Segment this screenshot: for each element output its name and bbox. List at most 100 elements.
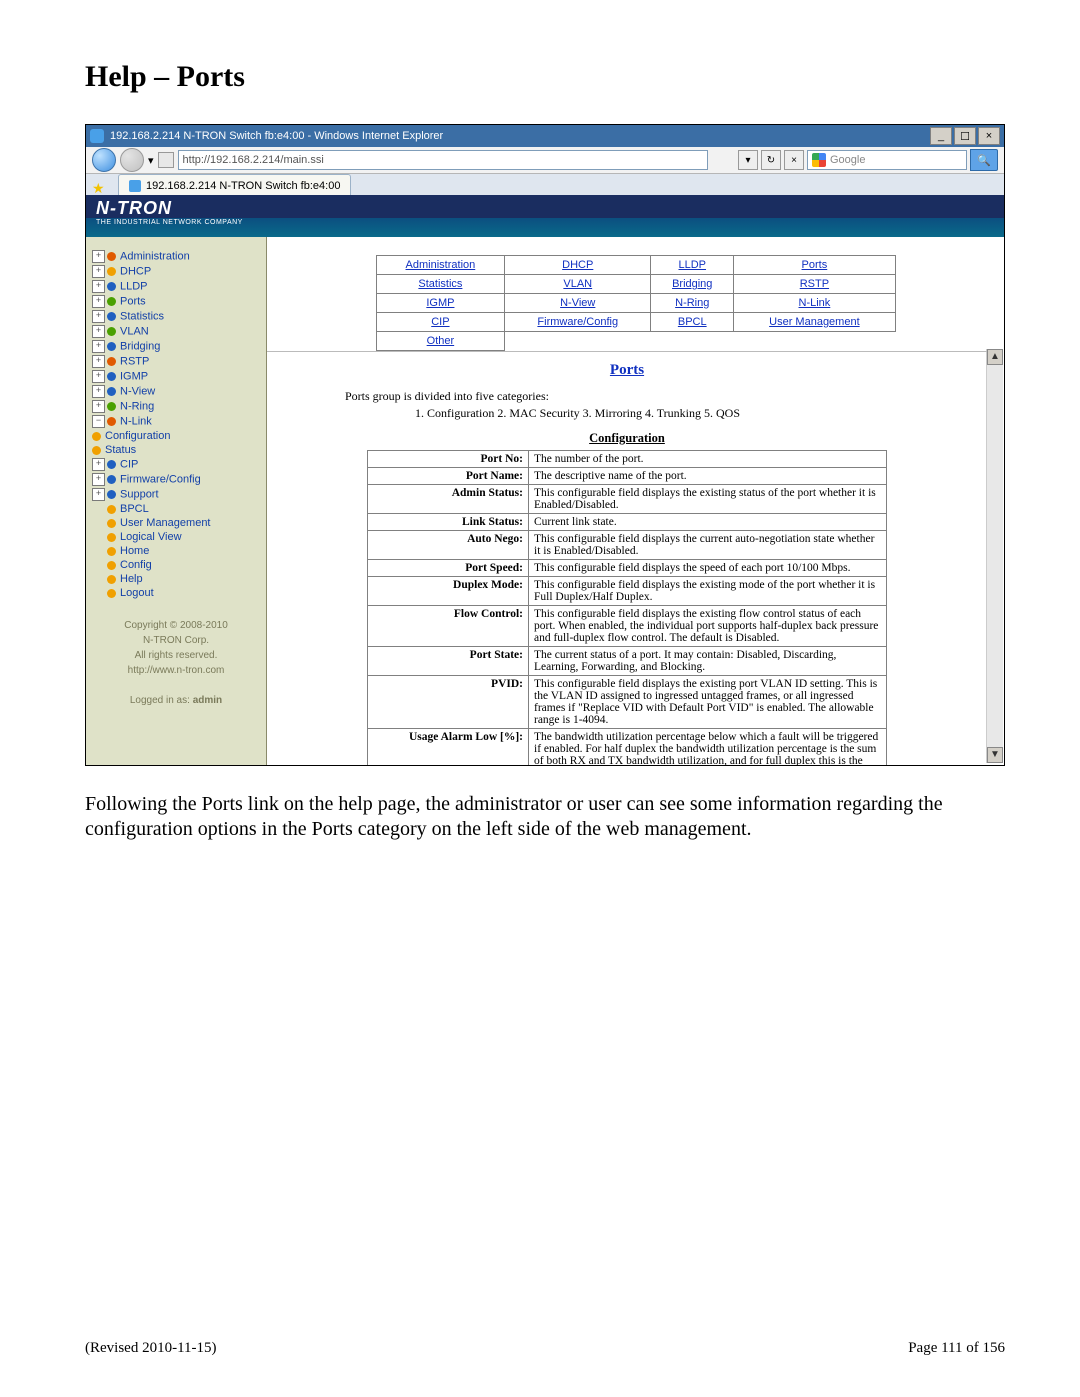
- definition-value: Current link state.: [529, 514, 887, 531]
- page-footer: (Revised 2010-11-15) Page 111 of 156: [85, 1340, 1005, 1357]
- help-link-grid: Administration DHCP LLDP Ports Statistic…: [376, 255, 896, 351]
- maximize-button[interactable]: ☐: [954, 127, 976, 145]
- tree-cip[interactable]: +CIP: [92, 457, 260, 472]
- page-favicon-icon: [158, 152, 174, 168]
- search-box[interactable]: Google: [807, 150, 967, 170]
- tree-firmware[interactable]: +Firmware/Config: [92, 472, 260, 487]
- tree-nring[interactable]: +N-Ring: [92, 399, 260, 414]
- grid-dhcp[interactable]: DHCP: [562, 259, 593, 271]
- forward-button[interactable]: [120, 148, 144, 172]
- scroll-down-icon[interactable]: ▼: [987, 747, 1003, 763]
- tree-rstp[interactable]: +RSTP: [92, 354, 260, 369]
- definition-row: PVID:This configurable field displays th…: [368, 676, 887, 729]
- definition-row: Auto Nego:This configurable field displa…: [368, 531, 887, 560]
- help-content: Ports Ports group is divided into five c…: [267, 351, 987, 765]
- grid-cip[interactable]: CIP: [431, 316, 449, 328]
- stop-button[interactable]: ×: [784, 150, 804, 170]
- browser-toolbar: ▾ http://192.168.2.214/main.ssi ▾ ↻ × Go…: [86, 147, 1004, 174]
- window-titlebar: 192.168.2.214 N-TRON Switch fb:e4:00 - W…: [86, 125, 1004, 147]
- grid-administration[interactable]: Administration: [406, 259, 476, 271]
- grid-lldp[interactable]: LLDP: [678, 259, 706, 271]
- grid-firmware[interactable]: Firmware/Config: [537, 316, 618, 328]
- definition-row: Port No:The number of the port.: [368, 451, 887, 468]
- grid-ports[interactable]: Ports: [802, 259, 828, 271]
- window-title: 192.168.2.214 N-TRON Switch fb:e4:00 - W…: [110, 130, 443, 142]
- definition-table: Port No:The number of the port.Port Name…: [367, 450, 887, 765]
- definition-key: Auto Nego:: [368, 531, 529, 560]
- definition-row: Port Name:The descriptive name of the po…: [368, 468, 887, 485]
- grid-igmp[interactable]: IGMP: [426, 297, 454, 309]
- tree-lldp[interactable]: +LLDP: [92, 279, 260, 294]
- definition-value: This configurable field displays the exi…: [529, 676, 887, 729]
- nav-sidebar: +Administration +DHCP +LLDP +Ports +Stat…: [86, 195, 267, 765]
- tree-dhcp[interactable]: +DHCP: [92, 264, 260, 279]
- back-button[interactable]: [92, 148, 116, 172]
- grid-other[interactable]: Other: [427, 335, 455, 347]
- tab-favicon-icon: [129, 180, 141, 192]
- footer-page: Page 111 of 156: [908, 1340, 1005, 1357]
- definition-row: Link Status:Current link state.: [368, 514, 887, 531]
- grid-rstp[interactable]: RSTP: [800, 278, 829, 290]
- screenshot-frame: 192.168.2.214 N-TRON Switch fb:e4:00 - W…: [85, 124, 1005, 766]
- tree-nlink-status[interactable]: Status: [92, 443, 260, 457]
- tree-help[interactable]: Help: [92, 572, 260, 586]
- tree-logical-view[interactable]: Logical View: [92, 530, 260, 544]
- nav-dropdown-icon[interactable]: ▾: [148, 154, 154, 167]
- help-title: Ports: [285, 362, 969, 379]
- tree-bridging[interactable]: +Bridging: [92, 339, 260, 354]
- tree-ports[interactable]: +Ports: [92, 294, 260, 309]
- tree-nview[interactable]: +N-View: [92, 384, 260, 399]
- tree-vlan[interactable]: +VLAN: [92, 324, 260, 339]
- grid-nlink[interactable]: N-Link: [799, 297, 831, 309]
- tree-nlink-config[interactable]: Configuration: [92, 429, 260, 443]
- grid-statistics[interactable]: Statistics: [418, 278, 462, 290]
- close-button[interactable]: ×: [978, 127, 1000, 145]
- tree-config[interactable]: Config: [92, 558, 260, 572]
- content-scrollbar[interactable]: ▲ ▼: [986, 349, 1003, 763]
- main-pane: Administration DHCP LLDP Ports Statistic…: [267, 195, 1004, 765]
- definition-value: This configurable field displays the exi…: [529, 577, 887, 606]
- definition-key: Usage Alarm Low [%]:: [368, 729, 529, 766]
- refresh-button[interactable]: ↻: [761, 150, 781, 170]
- definition-value: The bandwidth utilization percentage bel…: [529, 729, 887, 766]
- definition-key: Flow Control:: [368, 606, 529, 647]
- grid-nring[interactable]: N-Ring: [675, 297, 709, 309]
- definition-value: The descriptive name of the port.: [529, 468, 887, 485]
- definition-key: Port Name:: [368, 468, 529, 485]
- definition-key: Port Speed:: [368, 560, 529, 577]
- url-dropdown-button[interactable]: ▾: [738, 150, 758, 170]
- search-button[interactable]: 🔍: [970, 149, 998, 171]
- tab-title: 192.168.2.214 N-TRON Switch fb:e4:00: [146, 180, 340, 192]
- help-categories: 1. Configuration 2. MAC Security 3. Mirr…: [415, 406, 969, 421]
- grid-nview[interactable]: N-View: [560, 297, 595, 309]
- definition-value: This configurable field displays the exi…: [529, 606, 887, 647]
- body-paragraph: Following the Ports link on the help pag…: [85, 792, 1005, 842]
- browser-tab[interactable]: 192.168.2.214 N-TRON Switch fb:e4:00: [118, 174, 351, 196]
- brand-subtitle: THE INDUSTRIAL NETWORK COMPANY: [96, 219, 243, 226]
- browser-tabbar: ★ 192.168.2.214 N-TRON Switch fb:e4:00: [86, 174, 1004, 197]
- definition-row: Port State:The current status of a port.…: [368, 647, 887, 676]
- tree-support[interactable]: +Support: [92, 487, 260, 502]
- brand-logo: N-TRON: [96, 198, 172, 219]
- favorites-icon[interactable]: ★: [92, 180, 108, 196]
- tree-igmp[interactable]: +IGMP: [92, 369, 260, 384]
- google-logo-icon: [812, 153, 826, 167]
- tree-home[interactable]: Home: [92, 544, 260, 558]
- tree-administration[interactable]: +Administration: [92, 249, 260, 264]
- tree-logout[interactable]: Logout: [92, 586, 260, 600]
- tree-statistics[interactable]: +Statistics: [92, 309, 260, 324]
- address-bar[interactable]: http://192.168.2.214/main.ssi: [178, 150, 708, 170]
- grid-bridging[interactable]: Bridging: [672, 278, 712, 290]
- grid-bpcl[interactable]: BPCL: [678, 316, 707, 328]
- grid-vlan[interactable]: VLAN: [563, 278, 592, 290]
- tree-nlink[interactable]: −N-Link: [92, 414, 260, 429]
- footer-revised: (Revised 2010-11-15): [85, 1340, 217, 1357]
- grid-usermgmt[interactable]: User Management: [769, 316, 860, 328]
- ie-favicon-icon: [90, 129, 104, 143]
- scroll-up-icon[interactable]: ▲: [987, 349, 1003, 365]
- page-heading: Help – Ports: [85, 60, 1005, 94]
- tree-usermgmt[interactable]: User Management: [92, 516, 260, 530]
- minimize-button[interactable]: _: [930, 127, 952, 145]
- tree-bpcl[interactable]: BPCL: [92, 502, 260, 516]
- definition-value: The number of the port.: [529, 451, 887, 468]
